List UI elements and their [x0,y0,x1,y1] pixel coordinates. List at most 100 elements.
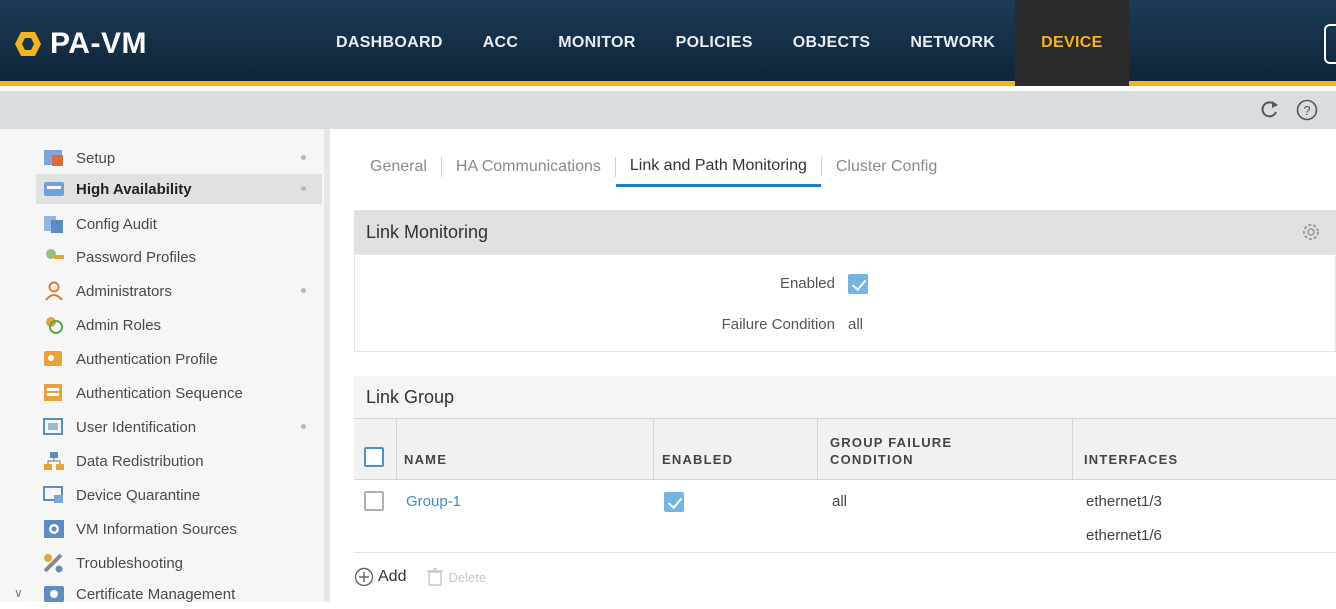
gear-icon[interactable] [1300,221,1322,243]
link-group-header: Link Group [354,376,1336,418]
admin-roles-icon [46,317,63,334]
link-monitoring-body: Enabled Failure Condition all [354,254,1336,352]
table-header: NAME ENABLED GROUP FAILURE CONDITION INT… [354,418,1336,480]
column-group-failure-condition[interactable]: GROUP FAILURE CONDITION [830,419,952,479]
link-monitoring-header: Link Monitoring [354,210,1336,254]
nav-acc[interactable]: ACC [463,0,539,86]
column-group-failure-line2: CONDITION [830,452,914,467]
sidebar-item-label: VM Information Sources [76,520,237,538]
expand-indicator-icon [301,288,306,293]
select-all-checkbox[interactable] [364,447,384,467]
nav-monitor[interactable]: MONITOR [538,0,655,86]
sidebar-item-password-profiles[interactable]: Password Profiles [36,242,322,272]
nav-objects[interactable]: OBJECTS [773,0,891,86]
sidebar-item-config-audit[interactable]: Config Audit [36,209,322,239]
sidebar-item-data-redistribution[interactable]: Data Redistribution [36,446,322,476]
main-nav: DASHBOARD ACC MONITOR POLICIES OBJECTS N… [316,0,1129,86]
sidebar-item-device-quarantine[interactable]: Device Quarantine [36,480,322,510]
top-navigation: PA-VM DASHBOARD ACC MONITOR POLICIES OBJ… [0,0,1336,86]
column-interfaces[interactable]: INTERFACES [1084,419,1178,479]
sidebar-item-label: Data Redistribution [76,452,204,470]
failure-condition-value: all [848,316,864,333]
data-redistribution-icon [44,452,64,470]
interface-value: ethernet1/6 [1086,527,1162,544]
main-content: General HA Communications Link and Path … [336,129,1336,602]
user-identification-icon [43,418,63,435]
delete-button[interactable]: Delete [426,567,486,587]
group-name-link[interactable]: Group-1 [406,493,461,510]
sidebar-item-label: Password Profiles [76,248,197,266]
expand-indicator-icon [301,186,306,191]
device-quarantine-icon [43,486,63,503]
svg-text:?: ? [1303,103,1310,118]
sidebar-item-label: Certificate Management [76,585,236,603]
administrators-icon [45,281,63,301]
enabled-label: Enabled [779,275,835,292]
app-name: PA-VM [50,27,147,60]
pa-logo-icon [15,32,41,56]
vm-information-sources-icon [44,520,64,538]
sidebar-item-label: Authentication Sequence [76,384,243,402]
sidebar-item-label: Config Audit [76,215,157,233]
delete-icon [427,568,444,586]
sidebar-item-label: High Availability [76,180,192,198]
group-enabled-checkbox[interactable] [664,492,684,512]
sidebar-item-troubleshooting[interactable]: Troubleshooting [36,548,322,578]
sidebar-item-label: Admin Roles [76,316,162,334]
sidebar-item-administrators[interactable]: Administrators [36,276,322,306]
config-audit-icon [44,216,63,233]
row-select-checkbox[interactable] [364,491,384,511]
group-failure-condition-value: all [832,493,848,510]
failure-condition-label: Failure Condition [721,316,835,333]
help-icon[interactable]: ? [1294,97,1320,123]
sidebar-item-label: Authentication Profile [76,350,218,368]
column-enabled[interactable]: ENABLED [662,419,733,479]
column-name[interactable]: NAME [404,419,447,479]
setup-icon [44,150,63,166]
sidebar-item-label: User Identification [76,418,197,436]
sidebar-item-authentication-profile[interactable]: Authentication Profile [36,344,322,374]
delete-label: Delete [448,569,487,585]
nav-overflow-edge [1324,24,1336,64]
chevron-down-icon[interactable]: ∨ [14,586,23,600]
add-icon [354,567,374,587]
nav-device[interactable]: DEVICE [1015,0,1129,86]
nav-policies[interactable]: POLICIES [656,0,773,86]
nav-dashboard[interactable]: DASHBOARD [316,0,463,86]
sidebar-item-high-availability[interactable]: High Availability [36,174,322,204]
sidebar: Setup High Availability Config Audit Pas… [0,129,330,603]
tab-cluster-config[interactable]: Cluster Config [822,147,951,187]
interface-value: ethernet1/3 [1086,493,1162,510]
sidebar-item-label: Administrators [76,282,172,300]
sidebar-item-user-identification[interactable]: User Identification [36,412,322,442]
nav-network[interactable]: NETWORK [890,0,1015,86]
tab-general[interactable]: General [356,147,441,187]
high-availability-icon [44,182,64,196]
password-profiles-icon [46,249,64,259]
sidebar-item-authentication-sequence[interactable]: Authentication Sequence [36,378,322,408]
tab-ha-communications[interactable]: HA Communications [442,147,615,187]
tab-link-and-path-monitoring[interactable]: Link and Path Monitoring [615,147,821,187]
link-group-title: Link Group [366,386,455,407]
authentication-profile-icon [44,351,62,366]
sidebar-item-setup[interactable]: Setup [36,143,322,173]
sidebar-item-admin-roles[interactable]: Admin Roles [36,310,322,340]
troubleshooting-icon [43,553,63,573]
link-monitoring-enabled-checkbox[interactable] [848,274,868,294]
expand-indicator-icon [301,424,306,429]
sidebar-item-label: Troubleshooting [76,554,184,572]
sidebar-item-certificate-management[interactable]: Certificate Management [36,579,322,609]
add-label: Add [378,568,407,585]
toolbar: ? [0,91,1336,129]
link-monitoring-title: Link Monitoring [366,221,489,242]
table-footer: Add Delete [354,559,506,595]
table-row[interactable]: Group-1 all ethernet1/3 ethernet1/6 [354,480,1336,553]
add-button[interactable]: Add [354,567,406,587]
subtabs: General HA Communications Link and Path … [356,147,951,187]
expand-indicator-icon [301,155,306,160]
sidebar-item-vm-information-sources[interactable]: VM Information Sources [36,514,322,544]
brand: PA-VM [14,26,147,62]
authentication-sequence-icon [44,384,62,401]
sidebar-item-label: Setup [76,149,116,167]
refresh-icon[interactable] [1256,97,1282,123]
